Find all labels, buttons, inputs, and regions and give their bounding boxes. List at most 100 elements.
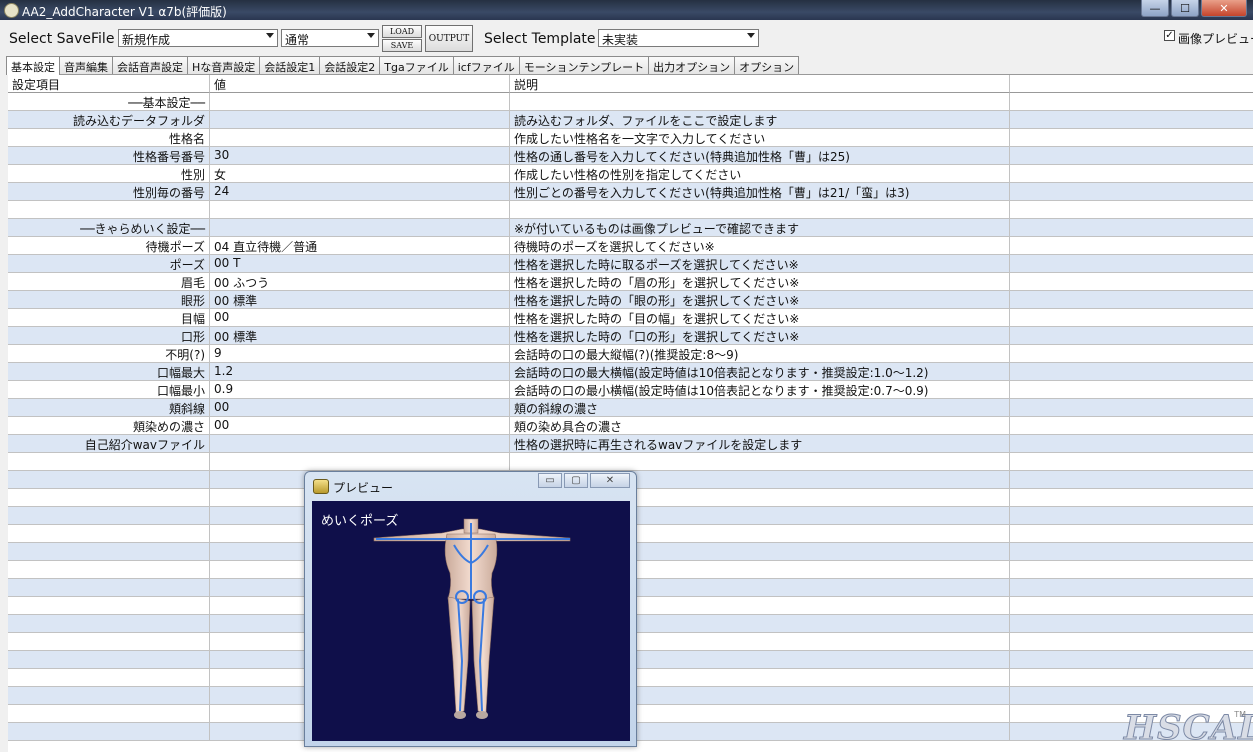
preview-minimize-button[interactable]: ▭ <box>538 473 562 488</box>
empty-table-row[interactable] <box>8 453 1253 471</box>
empty-cell <box>1010 507 1253 525</box>
table-row[interactable]: 目幅 00 性格を選択した時の「目の幅」を選択してください※ <box>8 309 1253 327</box>
table-row[interactable]: ポーズ 00 T 性格を選択した時に取るポーズを選択してください※ <box>8 255 1253 273</box>
tab-9[interactable]: 出力オプション <box>648 56 736 74</box>
empty-cell <box>1010 597 1253 615</box>
setting-value-cell[interactable] <box>210 219 510 237</box>
setting-value-cell[interactable]: 0.9 <box>210 381 510 399</box>
setting-value-cell[interactable] <box>210 435 510 453</box>
setting-value-cell[interactable]: 00 ふつう <box>210 273 510 291</box>
tab-6[interactable]: Tgaファイル <box>379 56 454 74</box>
setting-value-cell[interactable]: 00 <box>210 309 510 327</box>
table-row[interactable]: 性格名 作成したい性格名を一文字で入力してください <box>8 129 1253 147</box>
setting-value-cell[interactable]: 04 直立待機／普通 <box>210 237 510 255</box>
blank-cell <box>1010 363 1253 381</box>
setting-value-cell[interactable] <box>210 93 510 111</box>
tab-0[interactable]: 基本設定 <box>6 56 60 75</box>
setting-value-cell[interactable]: 9 <box>210 345 510 363</box>
tab-4[interactable]: 会話設定1 <box>259 56 321 74</box>
setting-value-cell[interactable]: 24 <box>210 183 510 201</box>
table-row[interactable]: 口形 00 標準 性格を選択した時の「口の形」を選択してください※ <box>8 327 1253 345</box>
chevron-down-icon <box>367 33 375 38</box>
table-row[interactable]: 性別毎の番号 24 性別ごとの番号を入力してください(特典追加性格「曹」は21/「蛮… <box>8 183 1253 201</box>
table-row[interactable]: ──基本設定── <box>8 93 1253 111</box>
tab-3[interactable]: Hな音声設定 <box>187 56 261 74</box>
toolbar: Select SaveFile 新規作成 通常 LOAD SAVE OUTPUT… <box>0 22 1253 54</box>
table-row[interactable]: ──きゃらめいく設定── ※が付いているものは画像プレビューで確認できます <box>8 219 1253 237</box>
setting-description-cell: 性格の選択時に再生されるwavファイルを設定します <box>510 435 1010 453</box>
setting-value-cell[interactable]: 1.2 <box>210 363 510 381</box>
title-bar: AA2_AddCharacter V1 α7b(評価版) — ☐ ✕ <box>0 0 1253 20</box>
empty-cell <box>8 453 210 471</box>
column-header-description[interactable]: 説明 <box>510 75 1010 93</box>
tab-10[interactable]: オプション <box>734 56 800 74</box>
table-row[interactable]: 自己紹介wavファイル 性格の選択時に再生されるwavファイルを設定します <box>8 435 1253 453</box>
tab-7[interactable]: icfファイル <box>452 56 520 74</box>
tab-bar: 基本設定 音声編集 会話音声設定 Hな音声設定 会話設定1 会話設定2 Tgaファイル icf… <box>6 56 800 75</box>
tab-2[interactable]: 会話音声設定 <box>112 56 188 74</box>
template-select-value: 未実装 <box>602 33 639 47</box>
template-select[interactable]: 未実装 <box>598 29 759 47</box>
setting-value-cell[interactable]: 00 標準 <box>210 291 510 309</box>
setting-value-cell[interactable] <box>210 111 510 129</box>
image-preview-checkbox[interactable]: ✓ <box>1164 30 1175 41</box>
empty-cell <box>1010 579 1253 597</box>
setting-description-cell: 頬の染め具合の濃さ <box>510 417 1010 435</box>
close-button[interactable]: ✕ <box>1201 0 1247 17</box>
load-button[interactable]: LOAD <box>382 25 422 38</box>
table-row[interactable]: 口幅最大 1.2 会話時の口の最大横幅(設定時値は10倍表記となります・推奨設定:1… <box>8 363 1253 381</box>
setting-description-cell <box>510 201 1010 219</box>
savefile-select[interactable]: 新規作成 <box>118 29 278 47</box>
preview-window[interactable]: プレビュー ▭ ▢ ✕ めいくポーズ <box>304 471 637 747</box>
setting-description-cell: ※が付いているものは画像プレビューで確認できます <box>510 219 1010 237</box>
setting-name-cell: 性格名 <box>8 129 210 147</box>
setting-value-cell[interactable]: 00 T <box>210 255 510 273</box>
column-header-value[interactable]: 値 <box>210 75 510 93</box>
empty-cell <box>8 561 210 579</box>
tab-5[interactable]: 会話設定2 <box>319 56 381 74</box>
blank-cell <box>1010 273 1253 291</box>
setting-name-cell: 不明(?) <box>8 345 210 363</box>
tab-8[interactable]: モーションテンプレート <box>518 56 650 74</box>
minimize-button[interactable]: — <box>1141 0 1169 17</box>
table-row[interactable]: 眉毛 00 ふつう 性格を選択した時の「眉の形」を選択してください※ <box>8 273 1253 291</box>
save-button[interactable]: SAVE <box>382 39 422 52</box>
grid-header-row: 設定項目 値 説明 <box>8 75 1253 93</box>
empty-cell <box>8 705 210 723</box>
table-row[interactable]: 眼形 00 標準 性格を選択した時の「眼の形」を選択してください※ <box>8 291 1253 309</box>
setting-description-cell: 性格を選択した時の「口の形」を選択してください※ <box>510 327 1010 345</box>
table-row[interactable]: 性別女作成したい性格の性別を指定してください <box>8 165 1253 183</box>
table-row[interactable]: 待機ポーズ 04 直立待機／普通 待機時のポーズを選択してください※ <box>8 237 1253 255</box>
mode-select[interactable]: 通常 <box>281 29 379 47</box>
setting-description-cell: 作成したい性格名を一文字で入力してください <box>510 129 1010 147</box>
blank-cell <box>1010 381 1253 399</box>
setting-description-cell: 性格の通し番号を入力してください(特典追加性格「曹」は25) <box>510 147 1010 165</box>
setting-value-cell[interactable] <box>210 201 510 219</box>
table-row[interactable]: 性格番号番号 30 性格の通し番号を入力してください(特典追加性格「曹」は25) <box>8 147 1253 165</box>
table-row[interactable]: 不明(?) 9 会話時の口の最大縦幅(?)(推奨設定:8〜9) <box>8 345 1253 363</box>
table-row[interactable]: 頬斜線 00 頬の斜線の濃さ <box>8 399 1253 417</box>
setting-value-cell[interactable]: 30 <box>210 147 510 165</box>
setting-value-cell[interactable]: 00 <box>210 417 510 435</box>
empty-cell <box>1010 651 1253 669</box>
setting-value-cell[interactable]: 女 <box>210 165 510 183</box>
table-row[interactable]: 頬染めの濃さ 00 頬の染め具合の濃さ <box>8 417 1253 435</box>
table-row[interactable]: 読み込むデータフォルダ 読み込むフォルダ、ファイルをここで設定します <box>8 111 1253 129</box>
preview-close-button[interactable]: ✕ <box>590 473 630 488</box>
setting-value-cell[interactable] <box>210 129 510 147</box>
setting-description-cell: 性格を選択した時に取るポーズを選択してください※ <box>510 255 1010 273</box>
blank-cell <box>1010 111 1253 129</box>
output-button[interactable]: OUTPUT <box>425 25 473 52</box>
table-row[interactable] <box>8 201 1253 219</box>
setting-name-cell: ──きゃらめいく設定── <box>8 219 210 237</box>
setting-value-cell[interactable]: 00 <box>210 399 510 417</box>
setting-value-cell[interactable]: 00 標準 <box>210 327 510 345</box>
column-header-item[interactable]: 設定項目 <box>8 75 210 93</box>
table-row[interactable]: 口幅最小 0.9 会話時の口の最小横幅(設定時値は10倍表記となります・推奨設定:0… <box>8 381 1253 399</box>
tab-1[interactable]: 音声編集 <box>59 56 113 74</box>
preview-canvas: めいくポーズ <box>312 501 630 741</box>
maximize-button[interactable]: ☐ <box>1171 0 1199 17</box>
preview-maximize-button[interactable]: ▢ <box>564 473 588 488</box>
blank-cell <box>1010 345 1253 363</box>
setting-description-cell <box>510 93 1010 111</box>
